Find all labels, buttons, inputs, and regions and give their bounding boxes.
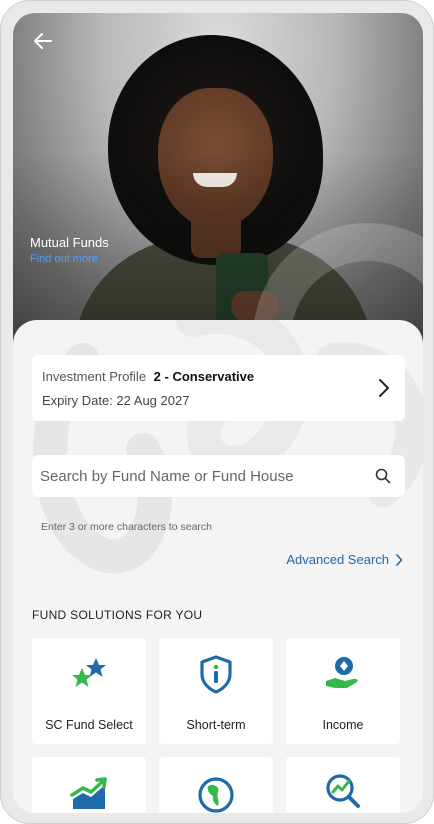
fund-search-input[interactable] [40,455,370,497]
phone-frame: Mutual Funds Find out more Investment Pr… [0,0,434,824]
chevron-right-icon[interactable] [377,377,391,399]
stars-icon [72,658,106,687]
tile-income[interactable]: Income [286,638,400,744]
hero-banner: Mutual Funds Find out more [13,13,423,358]
advanced-search-label: Advanced Search [286,552,389,567]
fund-search-box [32,455,405,497]
investment-profile-value: 2 - Conservative [153,369,255,384]
tile-label: SC Fund Select [45,718,133,732]
tile-analysis[interactable] [286,757,400,813]
investment-profile-label: Investment Profile [42,369,147,384]
section-title: FUND SOLUTIONS FOR YOU [32,608,203,622]
investment-profile-card[interactable]: Investment Profile 2 - Conservative Expi… [32,355,405,421]
hand-coin-icon [326,657,358,688]
tile-sc-fund-select[interactable]: SC Fund Select [32,638,146,744]
investment-profile-row: Investment Profile 2 - Conservative [42,369,254,384]
search-icon[interactable] [375,468,391,484]
content-sheet: Investment Profile 2 - Conservative Expi… [13,320,423,813]
search-hint: Enter 3 or more characters to search [41,521,212,533]
globe-icon [198,777,234,813]
app-screen: Mutual Funds Find out more Investment Pr… [13,13,423,813]
tile-short-term[interactable]: Short-term [159,638,273,744]
growth-chart-icon [70,777,107,809]
chevron-right-icon [396,553,403,566]
tile-global[interactable] [159,757,273,813]
tile-label: Short-term [186,718,246,732]
info-shield-icon [200,655,232,694]
search-chart-icon [326,774,360,808]
tile-label: Income [322,718,364,732]
tile-growth[interactable] [32,757,146,813]
find-out-more-link[interactable]: Find out more [30,253,98,265]
hero-title: Mutual Funds [30,235,109,250]
back-arrow-icon[interactable] [31,29,55,53]
advanced-search-link[interactable]: Advanced Search [286,552,403,567]
expiry-date: Expiry Date: 22 Aug 2027 [42,393,190,408]
